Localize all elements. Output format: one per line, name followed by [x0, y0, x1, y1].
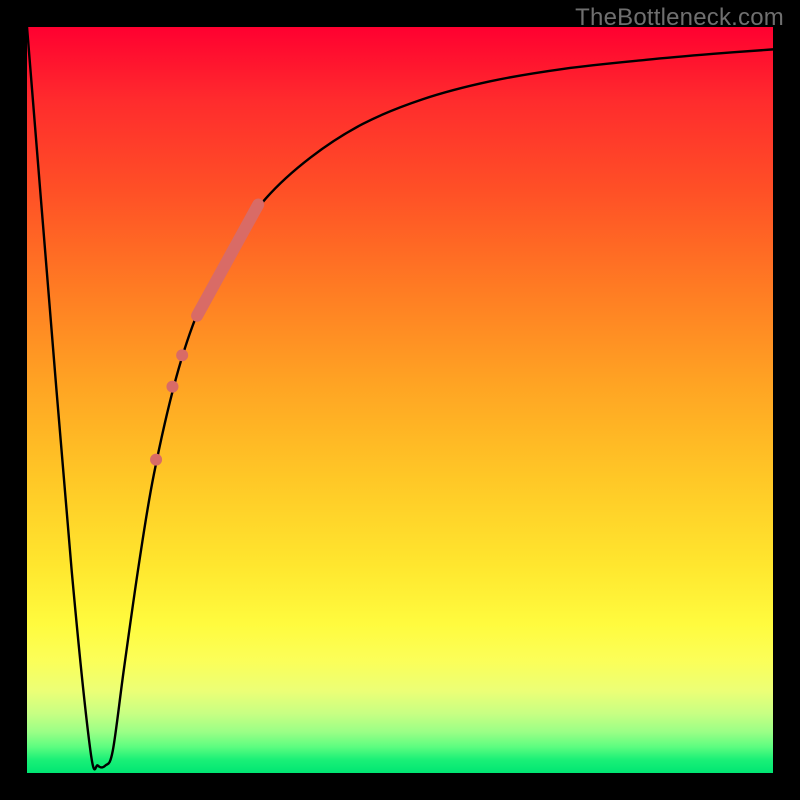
watermark-text: TheBottleneck.com [575, 4, 784, 32]
marker-dot [176, 349, 188, 361]
marker-dot [166, 381, 178, 393]
bottleneck-curve [27, 27, 773, 769]
marker-dot [150, 454, 162, 466]
chart-frame: TheBottleneck.com [0, 0, 800, 800]
marker-segment [197, 205, 258, 316]
curve-layer [27, 27, 773, 773]
plot-area [27, 27, 773, 773]
marker-group [150, 205, 258, 466]
